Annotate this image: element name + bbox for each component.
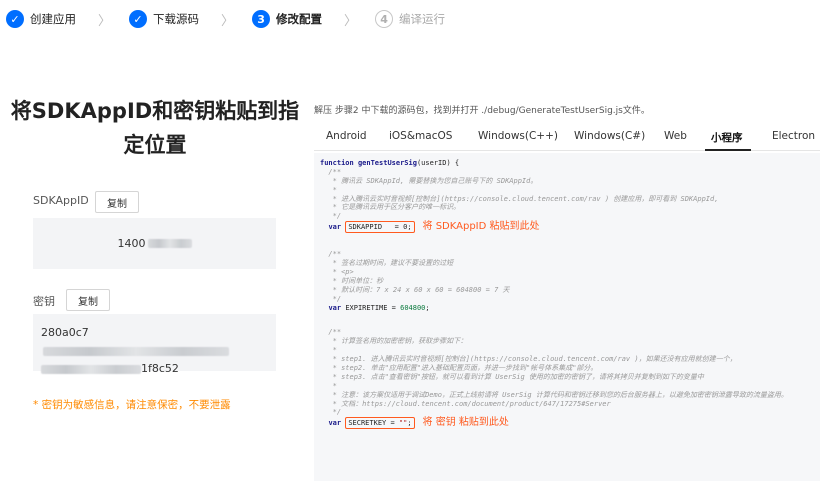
check-icon: ✓: [129, 10, 148, 28]
tab-android[interactable]: Android: [326, 130, 367, 142]
step-modify-config[interactable]: 3 修改配置: [252, 10, 322, 28]
tab-web[interactable]: Web: [664, 130, 687, 142]
active-tab-indicator: [705, 149, 751, 151]
tab-windows-cpp[interactable]: Windows(C++): [478, 130, 558, 142]
code-comment: * 腾讯云 SDKAppId, 需要替换为您自己账号下的 SDKAppId。: [320, 176, 538, 185]
sdkappid-value: 1400: [33, 218, 276, 269]
sdkappid-visible-part: 1400: [117, 237, 146, 250]
step-label: 创建应用: [30, 12, 76, 26]
expiretime-code-line: var EXPIRETIME = 604800;: [328, 303, 430, 312]
step-number: 3: [252, 10, 271, 28]
check-icon: ✓: [6, 10, 24, 28]
platform-tabs: Android iOS&macOS Windows(C++) Windows(C…: [314, 124, 820, 151]
masked-value: [43, 346, 229, 356]
chevron-right-icon: 〉: [98, 13, 112, 29]
step-compile-run[interactable]: 4 编译运行: [375, 10, 445, 28]
masked-value: [147, 239, 192, 248]
secretkey-code-line: var SECRETKEY = ""; 将 密钥 粘贴到此处: [328, 417, 509, 430]
secret-visible-suffix: 1f8c52: [141, 362, 179, 375]
code-comment: /**: [320, 167, 342, 176]
code-comment: */: [320, 212, 342, 221]
step-label: 下载源码: [153, 12, 200, 26]
sdkappid-annotation: 将 SDKAppID 粘贴到此处: [422, 221, 540, 233]
secret-label: 密钥: [33, 295, 55, 308]
stepper: ✓ 创建应用 〉 ✓ 下载源码 〉 3 修改配置 〉 4 编译运行: [6, 6, 445, 32]
step-label: 修改配置: [276, 12, 323, 26]
chevron-right-icon: 〉: [221, 13, 235, 29]
code-block: function genTestUserSig(userID) { /** * …: [314, 153, 820, 481]
copy-secret-button[interactable]: 复制: [66, 289, 110, 311]
step-label: 编译运行: [399, 12, 446, 26]
sdkappid-code-line: var SDKAPPID = 0; 将 SDKAppID 粘贴到此处: [328, 221, 540, 234]
code-comment: * 它是腾讯云用于区分客户的唯一标识。: [320, 203, 461, 212]
sdkappid-highlight: SDKAPPID = 0;: [345, 221, 415, 234]
secretkey-annotation: 将 密钥 粘贴到此处: [422, 417, 509, 429]
tab-ios-macos[interactable]: iOS&macOS: [389, 130, 452, 142]
code-comment: *: [320, 185, 337, 194]
step-download-source[interactable]: ✓ 下载源码: [129, 10, 199, 28]
page-title: 将SDKAppID和密钥粘贴到指定位置: [10, 99, 300, 157]
tab-mini-program[interactable]: 小程序: [711, 130, 743, 145]
tab-electron[interactable]: Electron: [772, 130, 815, 142]
secret-value: 280a0c7 1f8c52: [33, 314, 276, 375]
step-create-app[interactable]: ✓ 创建应用: [6, 10, 76, 28]
secretkey-highlight: SECRETKEY = "";: [345, 417, 415, 430]
instruction-text: 解压 步骤2 中下载的源码包，找到并打开 ./debug/GenerateTes…: [314, 106, 650, 116]
tab-windows-csharp[interactable]: Windows(C#): [574, 130, 645, 142]
secret-visible-prefix: 280a0c7: [41, 326, 89, 339]
chevron-right-icon: 〉: [344, 13, 358, 29]
step-number: 4: [375, 10, 394, 28]
copy-sdkappid-button[interactable]: 复制: [95, 191, 139, 213]
masked-value: [41, 364, 141, 374]
secret-warning: * 密钥为敏感信息，请注意保密，不要泄露: [33, 399, 231, 411]
sdkappid-label: SDKAppID: [33, 194, 89, 207]
code-comment: * 进入腾讯云实时音视频[控制台](https://console.cloud.…: [320, 194, 719, 203]
